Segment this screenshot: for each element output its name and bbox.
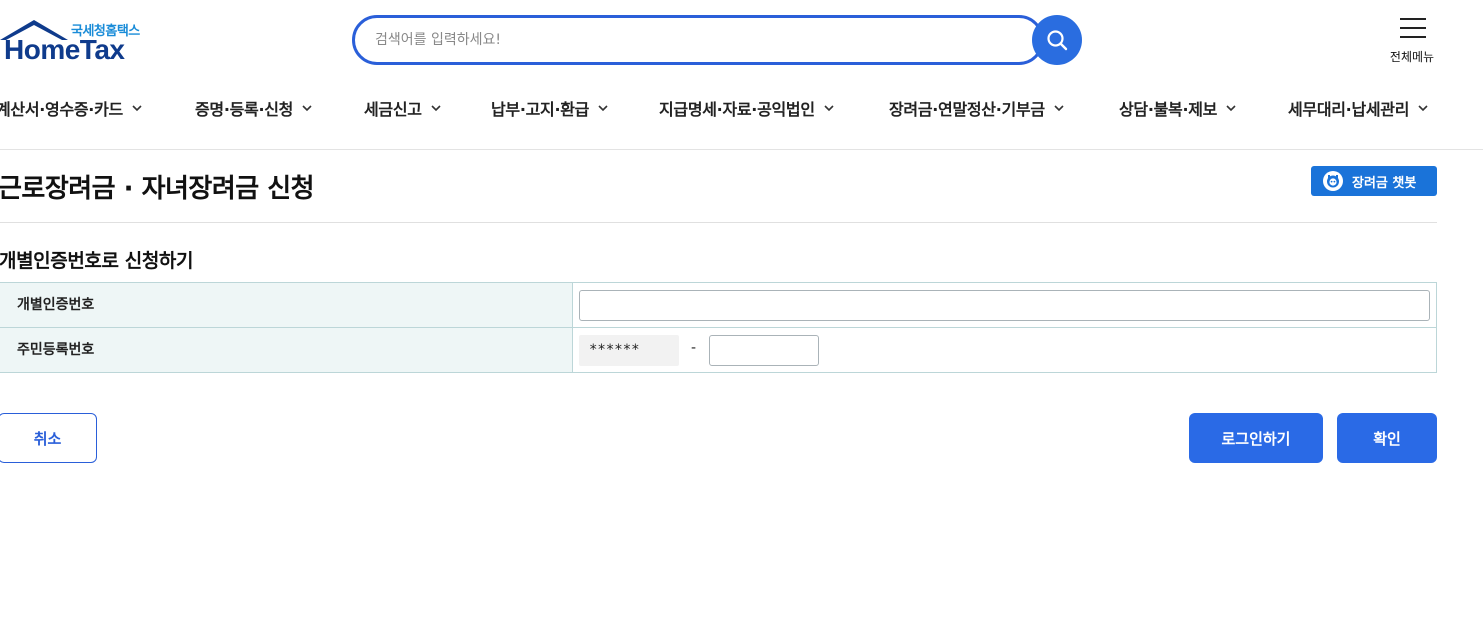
form-row-resident-number: 주민등록번호 ****** - xyxy=(0,328,1437,373)
chevron-down-icon xyxy=(132,105,142,112)
resident-number-cell: ****** - xyxy=(573,328,1437,372)
gnb-item-label: 장려금·연말정산·기부금 xyxy=(889,100,1045,119)
auth-number-cell xyxy=(573,283,1437,327)
gnb-item-label: 세금신고 xyxy=(364,100,422,119)
section-title: 개별인증번호로 신청하기 xyxy=(0,250,194,272)
gnb-item-tax-agent[interactable]: 세무대리·납세관리 xyxy=(1288,96,1429,120)
resident-number-dash: - xyxy=(691,340,697,356)
hometax-logo[interactable]: 국세청홈택스 HomeTax xyxy=(0,14,150,70)
logo-wordmark: HomeTax xyxy=(4,34,125,65)
chevron-down-icon xyxy=(1054,105,1064,112)
gnb-item-label: 증명·등록·신청 xyxy=(195,100,294,119)
gnb-item-payment-statement[interactable]: 지급명세·자료·공익법인 xyxy=(659,96,835,120)
chevron-down-icon xyxy=(824,105,834,112)
auth-form-table: 개별인증번호 주민등록번호 ****** - xyxy=(0,282,1437,373)
chatbot-label: 장려금 챗봇 xyxy=(1352,175,1417,191)
search-box xyxy=(352,15,1044,65)
cancel-button[interactable]: 취소 xyxy=(0,413,97,463)
incentive-chatbot-button[interactable]: 장려금 챗봇 xyxy=(1311,166,1437,196)
global-nav: 계산서·영수증·카드 증명·등록·신청 세금신고 납부·고지·환급 지급명세·자… xyxy=(0,96,1483,124)
chevron-down-icon xyxy=(1418,105,1428,112)
search-icon xyxy=(1047,30,1068,51)
gnb-item-incentive[interactable]: 장려금·연말정산·기부금 xyxy=(889,96,1065,120)
gnb-item-label: 상담·불복·제보 xyxy=(1119,100,1218,119)
all-menu-button[interactable]: 전체메뉴 xyxy=(1380,14,1444,68)
gnb-item-label: 지급명세·자료·공익법인 xyxy=(659,100,815,119)
form-row-auth-number: 개별인증번호 xyxy=(0,283,1437,328)
gnb-item-label: 계산서·영수증·카드 xyxy=(0,100,123,119)
resident-number-label: 주민등록번호 xyxy=(0,328,573,372)
site-header: 국세청홈택스 HomeTax 전체메뉴 계산서·영수증·카드 증명·등록·신청 … xyxy=(0,0,1483,150)
resident-number-front: ****** xyxy=(579,335,679,366)
chatbot-icon xyxy=(1323,171,1343,191)
gnb-item-payment[interactable]: 납부·고지·환급 xyxy=(491,96,609,120)
gnb-item-tax-return[interactable]: 세금신고 xyxy=(364,96,442,120)
title-divider xyxy=(0,222,1437,223)
chevron-down-icon xyxy=(1226,105,1236,112)
gnb-item-label: 세무대리·납세관리 xyxy=(1288,100,1410,119)
search-input[interactable] xyxy=(375,28,1015,52)
chevron-down-icon xyxy=(431,105,441,112)
all-menu-label: 전체메뉴 xyxy=(1389,50,1435,64)
chevron-down-icon xyxy=(598,105,608,112)
login-button[interactable]: 로그인하기 xyxy=(1189,413,1323,463)
auth-number-input[interactable] xyxy=(579,290,1430,321)
page-title: 근로장려금 · 자녀장려금 신청 xyxy=(0,174,315,204)
auth-number-label: 개별인증번호 xyxy=(0,283,573,327)
hamburger-icon xyxy=(1400,18,1426,45)
gnb-item-invoice[interactable]: 계산서·영수증·카드 xyxy=(0,96,143,120)
resident-number-back-input[interactable] xyxy=(709,335,819,366)
gnb-item-certificate[interactable]: 증명·등록·신청 xyxy=(195,96,313,120)
search-button[interactable] xyxy=(1032,15,1082,65)
gnb-item-consulting[interactable]: 상담·불복·제보 xyxy=(1119,96,1237,120)
gnb-item-label: 납부·고지·환급 xyxy=(491,100,590,119)
chevron-down-icon xyxy=(302,105,312,112)
confirm-button[interactable]: 확인 xyxy=(1337,413,1437,463)
